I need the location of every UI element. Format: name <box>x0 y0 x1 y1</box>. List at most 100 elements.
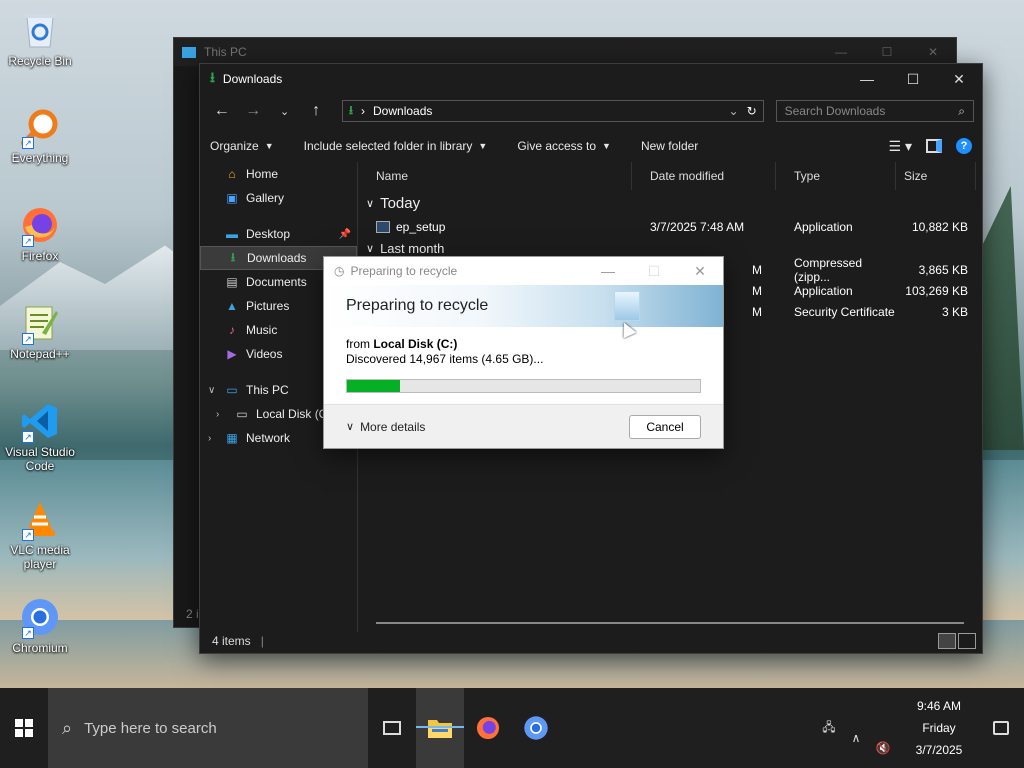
dialog-body: from Local Disk (C:) Discovered 14,967 i… <box>324 327 723 403</box>
back-button[interactable]: ← <box>208 102 235 120</box>
dropdown-caret-icon: ▼ <box>478 141 488 151</box>
desktop-icon-vlc[interactable]: ↗ VLC media player <box>4 497 76 571</box>
minimize-icon[interactable]: — <box>818 45 864 59</box>
taskbar-clock[interactable]: 9:46 AM Friday 3/7/2025 <box>900 695 978 761</box>
nav-item-desktop[interactable]: ▬ Desktop 📌 <box>200 222 357 246</box>
details-view-icon[interactable] <box>938 633 956 649</box>
network-status-icon[interactable]: 🖧 <box>822 718 835 739</box>
downloads-titlebar[interactable]: ⭳ Downloads — ☐ ✕ <box>200 64 982 94</box>
dialog-title: Preparing to recycle <box>350 264 458 278</box>
clock-day: Friday <box>922 721 956 735</box>
shortcut-arrow-icon: ↗ <box>22 431 34 443</box>
cancel-button[interactable]: Cancel <box>629 414 701 439</box>
view-options-icon[interactable]: ☰ ▾ <box>889 138 912 155</box>
refresh-icon[interactable]: ↻ <box>747 104 757 118</box>
dropdown-caret-icon: ▼ <box>264 141 274 151</box>
column-date-modified[interactable]: Date modified <box>632 162 776 190</box>
chevron-down-icon[interactable]: ∨ <box>208 385 215 396</box>
start-button[interactable] <box>0 688 48 768</box>
include-in-library-button[interactable]: Include selected folder in library ▼ <box>304 139 488 153</box>
dialog-banner: Preparing to recycle <box>324 285 723 327</box>
more-details-toggle[interactable]: ∨ More details <box>346 420 425 434</box>
recycle-progress-dialog[interactable]: ◷ Preparing to recycle — ☐ ✕ Preparing t… <box>323 256 724 449</box>
maximize-button[interactable]: ☐ <box>890 64 936 94</box>
dialog-titlebar[interactable]: ◷ Preparing to recycle — ☐ ✕ <box>324 257 723 285</box>
taskbar-file-explorer[interactable] <box>416 688 464 768</box>
dialog-heading: Preparing to recycle <box>346 297 489 314</box>
maximize-button[interactable]: ☐ <box>631 263 677 280</box>
notepad-plus-plus-icon: ↗ <box>18 301 62 345</box>
progress-fill <box>347 380 400 392</box>
status-bar: 4 items | <box>200 629 982 653</box>
table-row[interactable]: ep_setup 3/7/2025 7:48 AM Application 10… <box>358 216 982 237</box>
desktop-icon-everything[interactable]: ↗ Everything <box>4 105 76 165</box>
large-icons-view-icon[interactable] <box>958 633 976 649</box>
notification-center-button[interactable] <box>978 721 1024 735</box>
desktop-icon-notepadpp[interactable]: ↗ Notepad++ <box>4 301 76 361</box>
source-line: from Local Disk (C:) <box>346 337 458 351</box>
home-icon: ⌂ <box>228 167 236 181</box>
address-dropdown-icon[interactable]: ⌄ <box>729 104 739 118</box>
pictures-icon: ▲ <box>226 299 238 313</box>
task-view-icon <box>383 721 401 735</box>
firefox-icon <box>476 716 500 740</box>
chevron-right-icon[interactable]: › <box>216 409 219 420</box>
search-placeholder: Search Downloads <box>784 104 886 118</box>
nav-item-gallery[interactable]: ▣ Gallery <box>200 186 357 210</box>
windows-logo-icon <box>15 719 33 737</box>
folder-icon <box>428 720 452 738</box>
minimize-button[interactable]: — <box>844 64 890 94</box>
address-bar: ← → ⌄ ↑ ⭳ › Downloads ⌄ ↻ Search Downloa… <box>200 94 982 128</box>
horizontal-scrollbar[interactable] <box>376 622 964 624</box>
close-button[interactable]: ✕ <box>936 64 982 94</box>
column-name[interactable]: Name <box>358 162 632 190</box>
chevron-down-icon: ∨ <box>346 421 355 433</box>
source-drive: Local Disk (C:) <box>373 337 458 351</box>
up-button[interactable]: ↑ <box>302 102 329 120</box>
organize-button[interactable]: Organize ▼ <box>210 139 274 153</box>
recycle-animation-icon <box>614 291 640 321</box>
maximize-icon[interactable]: ☐ <box>864 45 910 59</box>
show-hidden-icons-chevron-icon[interactable]: ∧ <box>852 731 861 745</box>
videos-icon: ▶ <box>227 347 237 361</box>
preview-pane-icon[interactable] <box>926 139 942 153</box>
breadcrumb[interactable]: Downloads <box>373 104 720 118</box>
nav-item-home[interactable]: ⌂ Home <box>200 162 357 186</box>
new-folder-button[interactable]: New folder <box>641 139 698 153</box>
close-icon[interactable]: ✕ <box>910 45 956 59</box>
computer-icon: ▭ <box>226 383 238 397</box>
column-type[interactable]: Type <box>776 162 896 190</box>
volume-muted-icon[interactable]: 🔇 <box>876 741 891 755</box>
help-icon[interactable]: ? <box>956 138 972 154</box>
desktop-icon-firefox[interactable]: ↗ Firefox <box>4 203 76 263</box>
task-view-button[interactable] <box>368 688 416 768</box>
taskbar-firefox[interactable] <box>464 688 512 768</box>
discovered-status: Discovered 14,967 items (4.65 GB)... <box>346 352 544 366</box>
recent-locations-button[interactable]: ⌄ <box>271 105 298 118</box>
minimize-button[interactable]: — <box>585 263 631 280</box>
search-input[interactable]: Search Downloads ⌕ <box>775 100 974 122</box>
download-arrow-icon: ⭳ <box>230 249 236 264</box>
this-pc-titlebar[interactable]: This PC — ☐ ✕ <box>174 38 956 66</box>
pin-icon[interactable]: 📌 <box>339 229 351 240</box>
desktop-icon-chromium[interactable]: ↗ Chromium <box>4 595 76 655</box>
desktop-icon-vscode[interactable]: ↗ Visual Studio Code <box>4 399 76 473</box>
group-today[interactable]: ∨ Today <box>358 190 982 216</box>
chromium-icon: ↗ <box>18 595 62 639</box>
vlc-icon: ↗ <box>18 497 62 541</box>
address-field[interactable]: ⭳ › Downloads ⌄ ↻ <box>341 100 764 122</box>
give-access-button[interactable]: Give access to ▼ <box>517 139 611 153</box>
forward-button[interactable]: → <box>239 102 266 120</box>
shortcut-arrow-icon: ↗ <box>22 333 34 345</box>
chromium-icon <box>524 716 548 740</box>
system-tray: 🖧 ∧ 🔇 9:46 AM Friday 3/7/2025 <box>812 688 1024 768</box>
search-icon: ⌕ <box>62 717 73 738</box>
search-icon: ⌕ <box>958 103 965 118</box>
taskbar-search[interactable]: ⌕ Type here to search <box>48 688 368 768</box>
chevron-right-icon[interactable]: › <box>208 433 211 444</box>
close-button[interactable]: ✕ <box>677 263 723 280</box>
desktop-icon-recycle-bin[interactable]: Recycle Bin <box>4 8 76 68</box>
column-size[interactable]: Size <box>896 162 976 190</box>
taskbar-chromium[interactable] <box>512 688 560 768</box>
download-arrow-icon: ⭳ <box>210 69 215 85</box>
